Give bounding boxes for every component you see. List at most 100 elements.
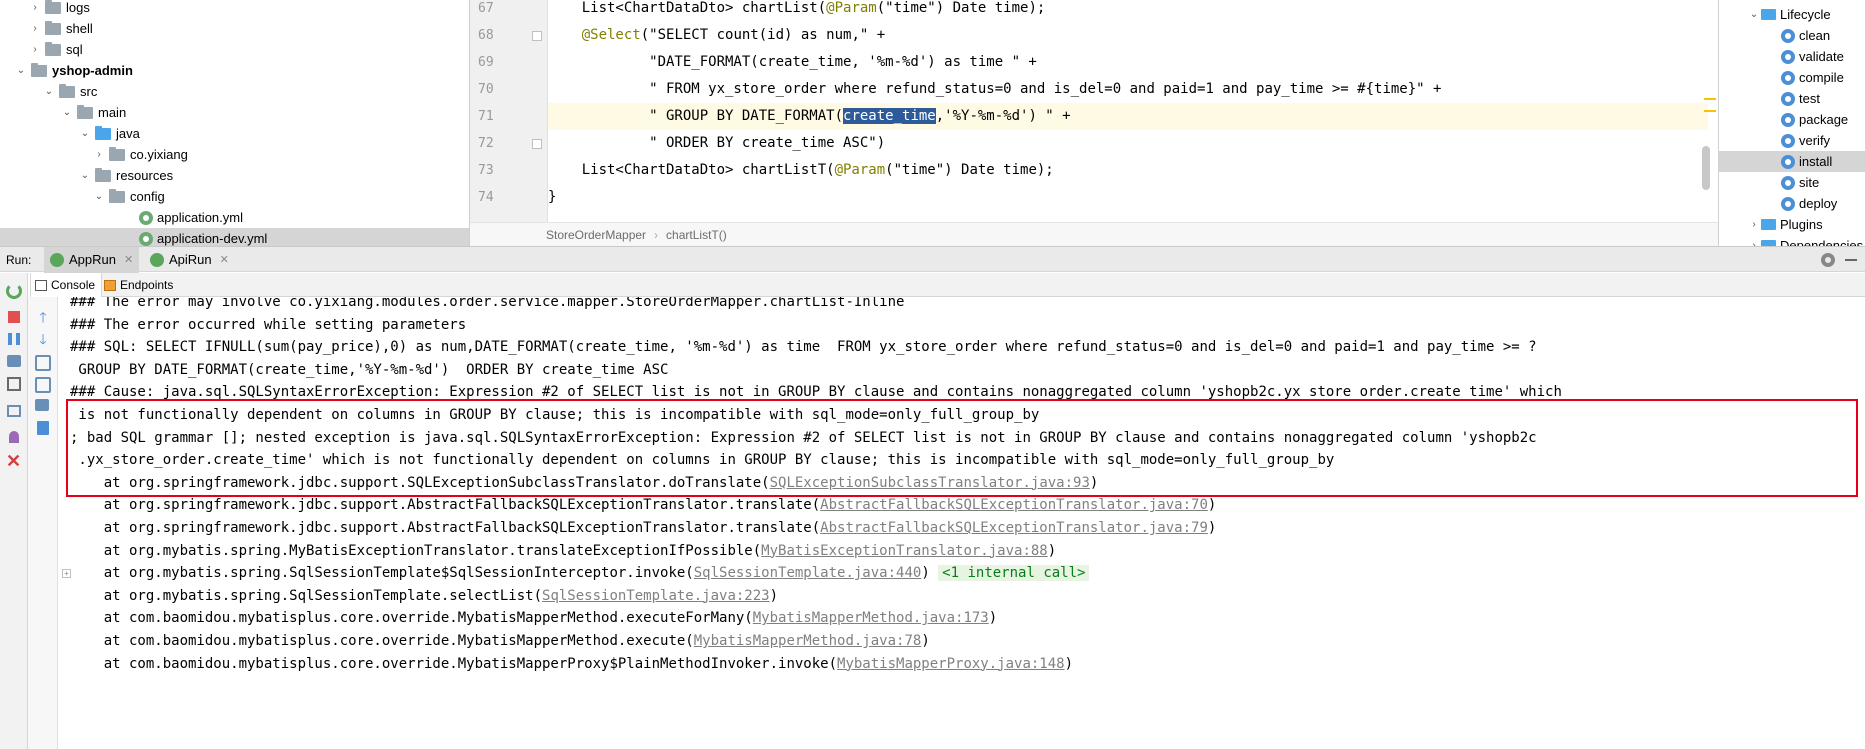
console-line[interactable]: ### The error occurred while setting par… — [70, 314, 466, 337]
code-line[interactable]: List<ChartDataDto> chartListT(@Param("ti… — [548, 157, 1708, 184]
chevron-right-icon[interactable]: › — [28, 0, 42, 18]
console-line[interactable]: at com.baomidou.mybatisplus.core.overrid… — [70, 630, 930, 653]
console-line[interactable]: at org.springframework.jdbc.support.Abst… — [70, 494, 1217, 517]
chevron-right-icon[interactable]: › — [1747, 214, 1761, 235]
code-line[interactable]: } — [548, 184, 1708, 211]
maven-goal[interactable]: verify — [1719, 130, 1865, 151]
console-line[interactable]: at org.mybatis.spring.SqlSessionTemplate… — [70, 585, 778, 608]
source-link[interactable]: AbstractFallbackSQLExceptionTranslator.j… — [820, 520, 1208, 536]
tree-item[interactable]: › sql — [0, 39, 469, 60]
maven-goal[interactable]: deploy — [1719, 193, 1865, 214]
soft-wrap-icon[interactable] — [35, 355, 51, 371]
close-icon[interactable]: ✕ — [6, 452, 22, 470]
arrow-down-icon[interactable]: 🡓 — [35, 331, 51, 347]
editor-warning-stripe[interactable] — [1704, 110, 1716, 112]
chevron-right-icon[interactable]: › — [1747, 235, 1761, 246]
chevron-right-icon[interactable]: › — [28, 18, 42, 39]
chevron-down-icon[interactable]: ⌄ — [78, 165, 92, 186]
minimize-icon[interactable] — [1845, 259, 1857, 261]
breadcrumb-class[interactable]: StoreOrderMapper — [546, 228, 646, 242]
code-line[interactable]: List<ChartDataDto> chartList(@Param("tim… — [548, 0, 1708, 22]
code-line[interactable]: " ORDER BY create_time ASC") — [548, 130, 1708, 157]
dump-threads-icon[interactable] — [7, 355, 21, 367]
tree-item[interactable]: ⌄ config — [0, 186, 469, 207]
code-line[interactable]: @Select("SELECT count(id) as num," + — [548, 22, 1708, 49]
tree-item[interactable]: › shell — [0, 18, 469, 39]
chevron-down-icon[interactable]: ⌄ — [1747, 4, 1761, 25]
stop-icon[interactable] — [8, 311, 20, 323]
console-line[interactable]: ### SQL: SELECT IFNULL(sum(pay_price),0)… — [70, 336, 1537, 359]
print-icon[interactable] — [35, 399, 49, 411]
pause-icon[interactable] — [8, 333, 20, 345]
restore-layout-icon[interactable] — [7, 405, 21, 417]
exit-icon[interactable] — [7, 377, 21, 391]
console-line[interactable]: at org.mybatis.spring.SqlSessionTemplate… — [70, 562, 1090, 585]
maven-goal[interactable]: test — [1719, 88, 1865, 109]
console-line[interactable]: at com.baomidou.mybatisplus.core.overrid… — [70, 607, 997, 630]
rerun-icon[interactable] — [6, 283, 22, 299]
fold-icon[interactable] — [532, 31, 542, 41]
maven-goal[interactable]: validate — [1719, 46, 1865, 67]
console-output[interactable]: ### The error may involve co.yixiang.mod… — [58, 297, 1865, 749]
chevron-down-icon[interactable]: ⌄ — [14, 60, 28, 81]
tree-item[interactable]: ⌄ yshop-admin — [0, 60, 469, 81]
console-line[interactable]: at org.mybatis.spring.MyBatisExceptionTr… — [70, 540, 1056, 563]
run-tab-apirun[interactable]: ApiRun ✕ — [144, 247, 235, 273]
tree-item[interactable]: ⌄ java — [0, 123, 469, 144]
tree-item[interactable]: ⌄ resources — [0, 165, 469, 186]
expand-icon[interactable]: + — [62, 569, 71, 579]
trash-icon[interactable] — [37, 421, 49, 435]
tree-item[interactable]: › logs — [0, 0, 469, 18]
maven-goal[interactable]: compile — [1719, 67, 1865, 88]
source-link[interactable]: AbstractFallbackSQLExceptionTranslator.j… — [820, 497, 1208, 513]
code-editor[interactable]: 67 68 69 70 71 72 73 74 List<ChartDataDto> char… — [470, 0, 1718, 246]
pin-icon[interactable] — [9, 431, 19, 443]
run-tab-apprun[interactable]: AppRun ✕ — [44, 247, 140, 273]
maven-goal[interactable]: install — [1719, 151, 1865, 172]
tree-item[interactable]: application-dev.yml — [0, 228, 469, 246]
chevron-down-icon[interactable]: ⌄ — [42, 81, 56, 102]
tab-console[interactable]: Console — [30, 273, 103, 297]
tree-item[interactable]: ⌄ main — [0, 102, 469, 123]
project-tree[interactable]: › logs › shell › sql ⌄ yshop-admin ⌄ src ⌄ main ⌄ jav… — [0, 0, 470, 246]
source-link[interactable]: MybatisMapperProxy.java:148 — [837, 656, 1065, 672]
maven-goal[interactable]: site — [1719, 172, 1865, 193]
scroll-to-end-icon[interactable] — [35, 377, 51, 393]
code-line[interactable]: " GROUP BY DATE_FORMAT(create_time,'%Y-%… — [548, 103, 1708, 130]
maven-group[interactable]: › Dependencies — [1719, 235, 1865, 246]
maven-goal[interactable]: clean — [1719, 25, 1865, 46]
breadcrumb-method[interactable]: chartListT() — [666, 228, 727, 242]
source-link[interactable]: MybatisMapperMethod.java:78 — [694, 633, 922, 649]
chevron-down-icon[interactable]: ⌄ — [60, 102, 74, 123]
code-line[interactable]: " FROM yx_store_order where refund_statu… — [548, 76, 1708, 103]
source-link[interactable]: SqlSessionTemplate.java:440 — [694, 565, 922, 581]
maven-goal[interactable]: package — [1719, 109, 1865, 130]
console-line[interactable]: at org.springframework.jdbc.support.Abst… — [70, 517, 1217, 540]
chevron-down-icon[interactable]: ⌄ — [92, 186, 106, 207]
tree-item[interactable]: › co.yixiang — [0, 144, 469, 165]
close-icon[interactable]: ✕ — [220, 247, 229, 273]
chevron-down-icon[interactable]: ⌄ — [78, 123, 92, 144]
gear-icon[interactable] — [1821, 253, 1835, 267]
close-icon[interactable]: ✕ — [124, 247, 133, 273]
chevron-right-icon[interactable]: › — [28, 39, 42, 60]
tree-item[interactable]: ⌄ src — [0, 81, 469, 102]
editor-warning-stripe[interactable] — [1704, 98, 1716, 100]
source-link[interactable]: MybatisMapperMethod.java:173 — [753, 610, 989, 626]
source-link[interactable]: MyBatisExceptionTranslator.java:88 — [761, 543, 1048, 559]
console-line[interactable]: at com.baomidou.mybatisplus.core.overrid… — [70, 653, 1073, 676]
tab-endpoints[interactable]: Endpoints — [100, 273, 179, 297]
maven-group[interactable]: ⌄ Lifecycle — [1719, 4, 1865, 25]
console-line[interactable]: ### The error may involve co.yixiang.mod… — [70, 297, 904, 314]
source-link[interactable]: SqlSessionTemplate.java:223 — [542, 588, 770, 604]
arrow-up-icon[interactable]: 🡑 — [35, 309, 51, 325]
tree-item[interactable]: application.yml — [0, 207, 469, 228]
editor-vertical-scrollbar[interactable] — [1702, 146, 1710, 190]
chevron-right-icon[interactable]: › — [92, 144, 106, 165]
maven-group[interactable]: › Plugins — [1719, 214, 1865, 235]
console-line[interactable]: GROUP BY DATE_FORMAT(create_time,'%Y-%m-… — [70, 359, 668, 382]
internal-call-fold[interactable]: <1 internal call> — [938, 565, 1090, 582]
maven-tool-window[interactable]: ⌄ Lifecycle clean validate compile test packag… — [1718, 0, 1865, 246]
code-line[interactable]: "DATE_FORMAT(create_time, '%m-%d') as ti… — [548, 49, 1708, 76]
fold-icon[interactable] — [532, 139, 542, 149]
